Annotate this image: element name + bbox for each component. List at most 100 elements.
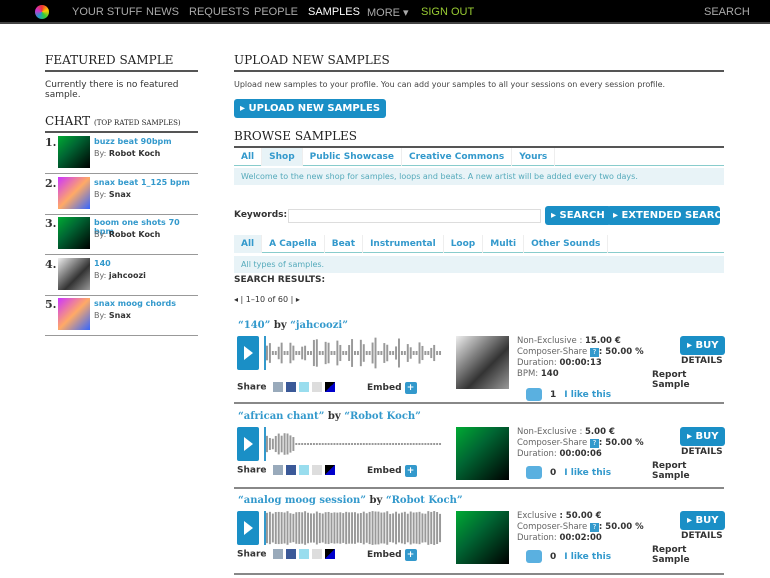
help-icon[interactable]: ?: [590, 348, 599, 357]
chart-thumbnail[interactable]: [58, 136, 90, 168]
type-tab[interactable]: Instrumental: [363, 235, 444, 253]
waveform[interactable]: [264, 511, 442, 545]
like-link[interactable]: I like this: [564, 390, 611, 400]
browse-tab[interactable]: Creative Commons: [402, 148, 512, 166]
email-icon[interactable]: [273, 549, 283, 559]
logo-icon[interactable]: [35, 5, 49, 19]
thumbs-up-icon[interactable]: [526, 550, 542, 563]
twitter-icon[interactable]: [299, 382, 309, 392]
chart-sample-title[interactable]: buzz beat 90bpm: [94, 137, 172, 146]
sample-artist[interactable]: “Robot Koch”: [344, 411, 421, 422]
myspace-icon[interactable]: [312, 549, 322, 559]
type-tab[interactable]: A Capella: [262, 235, 325, 253]
email-icon[interactable]: [273, 465, 283, 475]
sample-title[interactable]: “140”: [238, 320, 270, 331]
plus-icon[interactable]: +: [405, 549, 417, 561]
sample-title[interactable]: “analog moog session”: [238, 495, 366, 506]
delicious-icon[interactable]: [325, 382, 335, 392]
chart-sample-title[interactable]: snax moog chords: [94, 299, 176, 308]
embed[interactable]: Embed +: [367, 549, 417, 561]
chart-item[interactable]: 3. boom one shots 70 bpm By: Robot Koch: [45, 215, 198, 255]
report-sample-link[interactable]: Report Sample: [652, 461, 724, 481]
thumbs-up-icon[interactable]: [526, 466, 542, 479]
thumbs-up-icon[interactable]: [526, 388, 542, 401]
type-tab[interactable]: All: [234, 235, 262, 253]
upload-button[interactable]: ▸ UPLOAD NEW SAMPLES: [234, 99, 386, 118]
email-icon[interactable]: [273, 382, 283, 392]
browse-note: Welcome to the new shop for samples, loo…: [234, 168, 724, 185]
details-link[interactable]: DETAILS: [681, 531, 723, 541]
details-link[interactable]: DETAILS: [681, 447, 723, 457]
embed[interactable]: Embed +: [367, 465, 417, 477]
facebook-icon[interactable]: [286, 382, 296, 392]
like-link[interactable]: I like this: [564, 552, 611, 562]
type-tab[interactable]: Other Sounds: [524, 235, 608, 253]
sample-cover[interactable]: [456, 336, 509, 389]
nav-samples[interactable]: SAMPLES: [308, 6, 360, 18]
plus-icon[interactable]: +: [405, 382, 417, 394]
sample-artist[interactable]: “jahcoozi”: [290, 320, 348, 331]
artist-name[interactable]: jahcoozi: [109, 271, 146, 280]
sample-cover[interactable]: [456, 511, 509, 564]
report-sample-link[interactable]: Report Sample: [652, 370, 724, 390]
chart-item[interactable]: 1. buzz beat 90bpm By: Robot Koch: [45, 134, 198, 174]
artist-name[interactable]: Robot Koch: [109, 230, 160, 239]
delicious-icon[interactable]: [325, 465, 335, 475]
nav-your-stuff[interactable]: YOUR STUFF: [72, 6, 142, 18]
help-icon[interactable]: ?: [590, 523, 599, 532]
facebook-icon[interactable]: [286, 465, 296, 475]
sample-title[interactable]: “african chant”: [238, 411, 324, 422]
sample-cover[interactable]: [456, 427, 509, 480]
details-link[interactable]: DETAILS: [681, 356, 723, 366]
help-icon[interactable]: ?: [590, 439, 599, 448]
extended-search-button[interactable]: ▸ EXTENDED SEARCH: [607, 206, 720, 225]
browse-tab[interactable]: Yours: [512, 148, 555, 166]
buy-button[interactable]: ▸ BUY: [680, 336, 725, 355]
play-button[interactable]: [237, 511, 259, 545]
delicious-icon[interactable]: [325, 549, 335, 559]
myspace-icon[interactable]: [312, 382, 322, 392]
play-button[interactable]: [237, 427, 259, 461]
waveform[interactable]: [264, 336, 442, 370]
buy-button[interactable]: ▸ BUY: [680, 511, 725, 530]
chart-thumbnail[interactable]: [58, 217, 90, 249]
browse-tab[interactable]: Public Showcase: [303, 148, 402, 166]
report-sample-link[interactable]: Report Sample: [652, 545, 724, 565]
type-tab[interactable]: Multi: [483, 235, 524, 253]
chart-sample-title[interactable]: 140: [94, 259, 111, 268]
waveform[interactable]: [264, 427, 442, 461]
chart-sample-title[interactable]: snax beat 1_125 bpm: [94, 178, 190, 187]
facebook-icon[interactable]: [286, 549, 296, 559]
nav-sign-out[interactable]: SIGN OUT: [421, 6, 474, 18]
artist-name[interactable]: Snax: [109, 311, 131, 320]
plus-icon[interactable]: +: [405, 465, 417, 477]
artist-name[interactable]: Snax: [109, 190, 131, 199]
browse-tab[interactable]: Shop: [262, 148, 303, 166]
nav-requests[interactable]: REQUESTS: [189, 6, 250, 18]
chart-item[interactable]: 5. snax moog chords By: Snax: [45, 296, 198, 336]
twitter-icon[interactable]: [299, 549, 309, 559]
twitter-icon[interactable]: [299, 465, 309, 475]
nav-more[interactable]: MORE ▾: [367, 6, 409, 19]
chart-thumbnail[interactable]: [58, 258, 90, 290]
search-button[interactable]: ▸ SEARCH: [545, 206, 611, 225]
nav-people[interactable]: PEOPLE: [254, 6, 298, 18]
type-tab[interactable]: Beat: [325, 235, 363, 253]
type-tab[interactable]: Loop: [444, 235, 484, 253]
chart-thumbnail[interactable]: [58, 298, 90, 330]
like-link[interactable]: I like this: [564, 468, 611, 478]
play-button[interactable]: [237, 336, 259, 370]
chart-item[interactable]: 2. snax beat 1_125 bpm By: Snax: [45, 175, 198, 215]
artist-name[interactable]: Robot Koch: [109, 149, 160, 158]
buy-button[interactable]: ▸ BUY: [680, 427, 725, 446]
keywords-input[interactable]: [288, 209, 541, 223]
sample-artist[interactable]: “Robot Koch”: [386, 495, 463, 506]
chart-item[interactable]: 4. 140 By: jahcoozi: [45, 256, 198, 296]
pager[interactable]: ◂ | 1–10 of 60 | ▸: [234, 295, 300, 304]
embed[interactable]: Embed +: [367, 382, 417, 394]
chart-thumbnail[interactable]: [58, 177, 90, 209]
browse-tab[interactable]: All: [234, 148, 262, 166]
myspace-icon[interactable]: [312, 465, 322, 475]
nav-search[interactable]: SEARCH: [704, 6, 750, 18]
nav-news[interactable]: NEWS: [146, 6, 179, 18]
